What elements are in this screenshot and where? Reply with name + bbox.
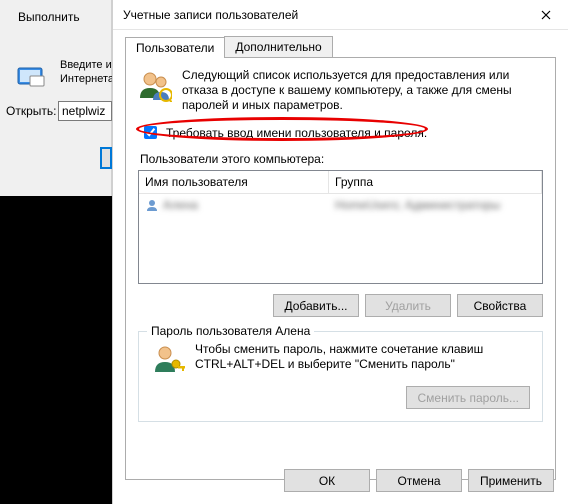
user-accounts-dialog: Учетные записи пользователей Пользовател… (112, 0, 568, 504)
remove-button: Удалить (365, 294, 451, 317)
user-icon (145, 198, 159, 212)
users-blurb: Следующий список используется для предос… (182, 68, 543, 113)
close-button[interactable] (523, 0, 568, 30)
tab-body-users: Следующий список используется для предос… (125, 58, 556, 480)
col-username[interactable]: Имя пользователя (139, 171, 329, 193)
require-login-checkbox[interactable] (144, 126, 157, 139)
properties-button[interactable]: Свойства (457, 294, 543, 317)
password-group-title: Пароль пользователя Алена (147, 324, 314, 338)
require-login-row: Требовать ввод имени пользователя и паро… (140, 123, 543, 142)
run-open-input[interactable] (58, 101, 112, 121)
dialog-buttons: ОК Отмена Применить (284, 469, 554, 492)
titlebar: Учетные записи пользователей (113, 0, 568, 30)
require-login-label[interactable]: Требовать ввод имени пользователя и паро… (166, 126, 427, 140)
dialog-title: Учетные записи пользователей (123, 8, 523, 22)
tabs: Пользователи Дополнительно (125, 36, 556, 58)
add-button[interactable]: Добавить... (273, 294, 359, 317)
users-list-label: Пользователи этого компьютера: (140, 152, 543, 166)
password-groupbox: Пароль пользователя Алена Чтобы сменить … (138, 331, 543, 422)
ok-button[interactable]: ОК (284, 469, 370, 492)
password-instructions: Чтобы сменить пароль, нажмите сочетание … (195, 342, 530, 372)
close-icon (541, 10, 551, 20)
users-icon (138, 68, 172, 102)
tab-advanced[interactable]: Дополнительно (224, 36, 332, 57)
cell-username: Алена (163, 198, 198, 212)
password-icon (151, 342, 185, 376)
run-ok-button-edge[interactable] (100, 147, 112, 169)
run-hint: Введите им Интернета, (60, 58, 119, 86)
cancel-button[interactable]: Отмена (376, 469, 462, 492)
users-listview[interactable]: Имя пользователя Группа Алена HomeUsers;… (138, 170, 543, 284)
tab-users[interactable]: Пользователи (125, 37, 225, 58)
run-dialog: Выполнить Введите им Интернета, Открыть: (0, 0, 112, 196)
run-icon (16, 60, 48, 92)
table-row[interactable]: Алена HomeUsers; Администраторы (139, 194, 542, 216)
user-buttons-row: Добавить... Удалить Свойства (138, 294, 543, 317)
cell-group: HomeUsers; Администраторы (335, 198, 500, 212)
run-title: Выполнить (18, 10, 80, 24)
apply-button[interactable]: Применить (468, 469, 554, 492)
run-open-label: Открыть: (6, 104, 56, 118)
listview-header: Имя пользователя Группа (139, 171, 542, 194)
col-group[interactable]: Группа (329, 171, 542, 193)
change-password-button: Сменить пароль... (406, 386, 530, 409)
